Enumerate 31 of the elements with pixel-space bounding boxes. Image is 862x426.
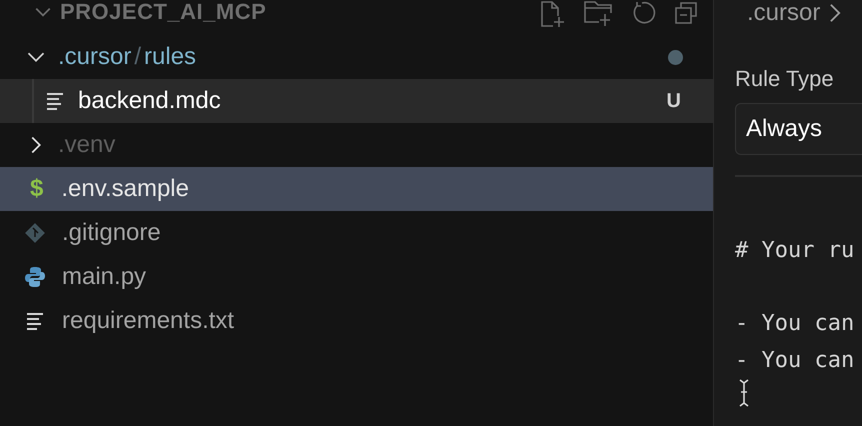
python-icon — [24, 266, 46, 288]
dollar-icon: $ — [30, 178, 44, 200]
file-lines-icon — [24, 310, 46, 332]
code-line: - You can — [735, 310, 856, 338]
breadcrumb-item[interactable]: .cursor — [747, 0, 820, 31]
file-name: .env.sample — [61, 174, 189, 204]
text-cursor-icon — [737, 379, 751, 407]
untracked-status-label: U — [666, 89, 681, 114]
file-name: .gitignore — [62, 218, 161, 248]
collapse-all-icon[interactable] — [673, 0, 699, 26]
code-line: # Your ru — [735, 237, 856, 265]
tree-row[interactable]: .cursor/rules — [0, 35, 713, 79]
refresh-icon[interactable] — [631, 0, 657, 26]
folder-name: .venv — [58, 130, 116, 160]
file-lines-icon — [44, 90, 66, 112]
rule-type-select[interactable]: Always — [735, 103, 862, 155]
new-file-icon[interactable] — [539, 0, 567, 28]
tree-row[interactable]: $ .env.sample — [0, 167, 713, 211]
new-folder-icon[interactable] — [583, 0, 615, 28]
rule-type-label: Rule Type — [735, 65, 835, 93]
code-line: - You can — [735, 346, 856, 374]
explorer-title: PROJECT_AI_MCP — [60, 0, 266, 24]
folder-name: .cursor/rules — [58, 42, 196, 72]
tree-row[interactable]: backend.mdc U — [0, 79, 713, 123]
tree-row[interactable]: .gitignore — [0, 211, 713, 255]
file-name: backend.mdc — [78, 86, 221, 116]
chevron-right-icon — [828, 2, 842, 24]
file-name: requirements.txt — [62, 306, 234, 336]
tree-row[interactable]: requirements.txt — [0, 299, 713, 343]
file-name: main.py — [62, 262, 146, 292]
tree-row[interactable]: main.py — [0, 255, 713, 299]
